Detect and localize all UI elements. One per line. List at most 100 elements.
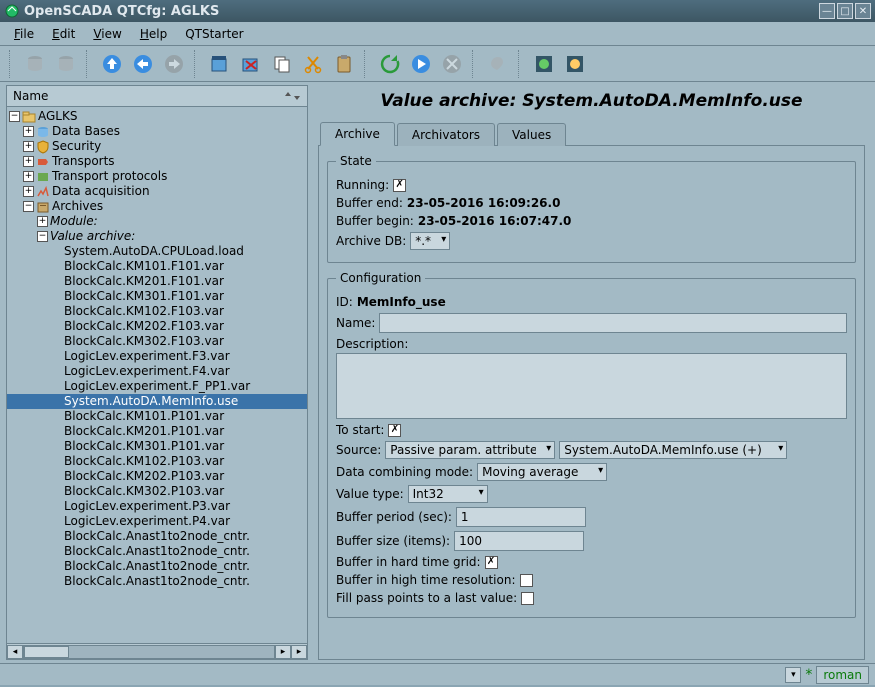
tree-row[interactable]: LogicLev.experiment.F3.var xyxy=(7,349,307,364)
status-combo[interactable]: ▾ xyxy=(785,667,801,683)
statusbar: ▾ * roman xyxy=(0,663,875,685)
buf-size-label: Buffer size (items): xyxy=(336,534,450,548)
tree-label: System.AutoDA.CPULoad.load xyxy=(64,244,244,259)
menu-help[interactable]: Help xyxy=(132,24,175,44)
tree-row[interactable]: −Archives xyxy=(7,199,307,214)
status-user[interactable]: roman xyxy=(816,666,869,684)
value-type-select[interactable]: Int32 xyxy=(408,485,488,503)
tree-row[interactable]: LogicLev.experiment.F_PP1.var xyxy=(7,379,307,394)
tree-row[interactable]: BlockCalc.KM301.F101.var xyxy=(7,289,307,304)
tree-row[interactable]: BlockCalc.Anast1to2node_cntr. xyxy=(7,574,307,589)
name-label: Name: xyxy=(336,316,375,330)
tree-row[interactable]: System.AutoDA.MemInfo.use xyxy=(7,394,307,409)
tree-header[interactable]: Name xyxy=(7,86,307,107)
tree-label: Security xyxy=(52,139,101,154)
item-delete-icon[interactable] xyxy=(237,50,265,78)
id-label: ID: xyxy=(336,295,353,309)
menu-file[interactable]: File xyxy=(6,24,42,44)
tree-row[interactable]: LogicLev.experiment.F4.var xyxy=(7,364,307,379)
tree-row[interactable]: −AGLKS xyxy=(7,109,307,124)
menu-view[interactable]: View xyxy=(85,24,129,44)
tree-row[interactable]: BlockCalc.KM101.F101.var xyxy=(7,259,307,274)
acq-icon xyxy=(36,185,50,199)
nav-forward-icon[interactable] xyxy=(160,50,188,78)
tree-row[interactable]: +Data Bases xyxy=(7,124,307,139)
tree-row[interactable]: BlockCalc.KM101.P101.var xyxy=(7,409,307,424)
proto-icon xyxy=(36,170,50,184)
maximize-button[interactable]: □ xyxy=(837,3,853,19)
nav-back-icon[interactable] xyxy=(129,50,157,78)
hard-grid-checkbox[interactable]: ✗ xyxy=(485,556,498,569)
menu-qtstarter[interactable]: QTStarter xyxy=(177,24,251,44)
tree-row[interactable]: BlockCalc.Anast1to2node_cntr. xyxy=(7,529,307,544)
tree-row[interactable]: +Transports xyxy=(7,154,307,169)
tab-archive[interactable]: Archive xyxy=(320,122,395,146)
tree-row[interactable]: +Security xyxy=(7,139,307,154)
tree-row[interactable]: +Transport protocols xyxy=(7,169,307,184)
db-load-icon[interactable] xyxy=(21,50,49,78)
tree-row[interactable]: −Value archive: xyxy=(7,229,307,244)
refresh-icon[interactable] xyxy=(376,50,404,78)
hard-grid-label: Buffer in hard time grid: xyxy=(336,555,481,569)
item-add-icon[interactable] xyxy=(206,50,234,78)
tree-row[interactable]: BlockCalc.KM102.F103.var xyxy=(7,304,307,319)
minimize-button[interactable]: — xyxy=(819,3,835,19)
running-checkbox[interactable]: ✗ xyxy=(393,179,406,192)
to-start-checkbox[interactable]: ✗ xyxy=(388,424,401,437)
module-icon-1[interactable] xyxy=(530,50,558,78)
tree-row[interactable]: BlockCalc.KM201.F101.var xyxy=(7,274,307,289)
scroll-right-icon[interactable]: ▸ xyxy=(275,645,291,659)
copy-icon[interactable] xyxy=(268,50,296,78)
db-save-icon[interactable] xyxy=(52,50,80,78)
tree-row[interactable]: BlockCalc.KM301.P101.var xyxy=(7,439,307,454)
page-title: Value archive: System.AutoDA.MemInfo.use xyxy=(314,85,869,121)
run-icon[interactable] xyxy=(407,50,435,78)
tree-row[interactable]: BlockCalc.KM302.P103.var xyxy=(7,484,307,499)
stop-icon[interactable] xyxy=(438,50,466,78)
name-input[interactable] xyxy=(379,313,847,333)
paste-icon[interactable] xyxy=(330,50,358,78)
tree-row[interactable]: LogicLev.experiment.P4.var xyxy=(7,514,307,529)
buf-size-input[interactable] xyxy=(454,531,584,551)
tree-row[interactable]: BlockCalc.Anast1to2node_cntr. xyxy=(7,559,307,574)
cut-icon[interactable] xyxy=(299,50,327,78)
toolbar xyxy=(0,46,875,82)
description-input[interactable] xyxy=(336,353,847,419)
buf-period-input[interactable] xyxy=(456,507,586,527)
combining-select[interactable]: Moving average xyxy=(477,463,607,481)
tabs: Archive Archivators Values xyxy=(314,121,869,145)
state-legend: State xyxy=(336,154,376,168)
close-button[interactable]: ✕ xyxy=(855,3,871,19)
db-icon xyxy=(36,125,50,139)
source-path-select[interactable]: System.AutoDA.MemInfo.use (+) xyxy=(559,441,787,459)
arch-icon xyxy=(36,200,50,214)
tree-row[interactable]: System.AutoDA.CPULoad.load xyxy=(7,244,307,259)
scroll-right-icon-2[interactable]: ▸ xyxy=(291,645,307,659)
module-icon-2[interactable] xyxy=(561,50,589,78)
tree-row[interactable]: BlockCalc.KM202.P103.var xyxy=(7,469,307,484)
tree-hscrollbar[interactable]: ◂ ▸ ▸ xyxy=(7,643,307,659)
tree[interactable]: −AGLKS+Data Bases+Security+Transports+Tr… xyxy=(7,107,307,643)
source-mode-select[interactable]: Passive param. attribute xyxy=(385,441,555,459)
tree-row[interactable]: BlockCalc.KM202.F103.var xyxy=(7,319,307,334)
tab-values[interactable]: Values xyxy=(497,123,566,146)
tag-icon[interactable] xyxy=(484,50,512,78)
tree-row[interactable]: BlockCalc.Anast1to2node_cntr. xyxy=(7,544,307,559)
tab-archivators[interactable]: Archivators xyxy=(397,123,495,146)
tree-row[interactable]: +Data acquisition xyxy=(7,184,307,199)
tree-row[interactable]: BlockCalc.KM201.P101.var xyxy=(7,424,307,439)
buf-period-label: Buffer period (sec): xyxy=(336,510,452,524)
tree-row[interactable]: BlockCalc.KM302.F103.var xyxy=(7,334,307,349)
scroll-left-icon[interactable]: ◂ xyxy=(7,645,23,659)
tree-header-label: Name xyxy=(13,89,48,103)
tree-header-arrows[interactable] xyxy=(284,91,301,101)
menu-edit[interactable]: Edit xyxy=(44,24,83,44)
high-res-checkbox[interactable] xyxy=(520,574,533,587)
tree-row[interactable]: +Module: xyxy=(7,214,307,229)
fill-pass-checkbox[interactable] xyxy=(521,592,534,605)
tree-row[interactable]: LogicLev.experiment.P3.var xyxy=(7,499,307,514)
archive-db-select[interactable]: *.* xyxy=(410,232,450,250)
nav-up-icon[interactable] xyxy=(98,50,126,78)
tree-row[interactable]: BlockCalc.KM102.P103.var xyxy=(7,454,307,469)
tree-label: BlockCalc.Anast1to2node_cntr. xyxy=(64,559,250,574)
